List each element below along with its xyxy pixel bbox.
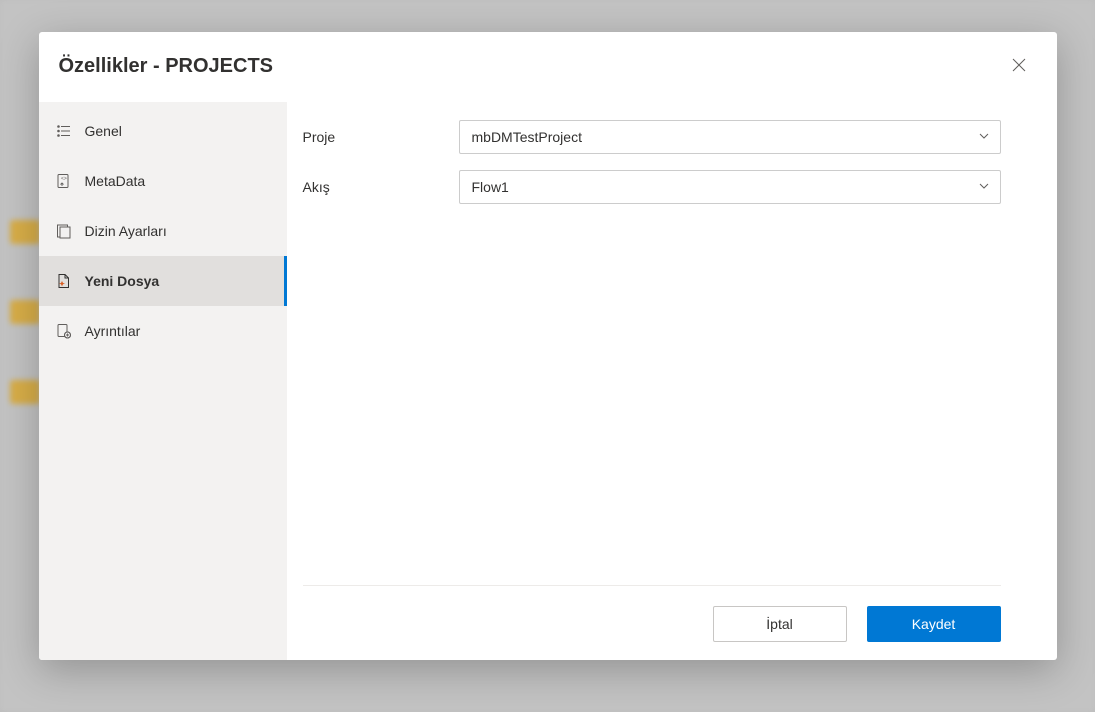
- flow-select[interactable]: Flow1: [459, 170, 1001, 204]
- flow-label: Akış: [303, 179, 459, 195]
- save-button[interactable]: Kaydet: [867, 606, 1001, 642]
- project-label: Proje: [303, 129, 459, 145]
- sidebar-item-label: Genel: [85, 123, 122, 139]
- flow-select-wrap: Flow1: [459, 170, 1001, 204]
- folder-settings-icon: [55, 222, 73, 240]
- modal-body: Genel <> MetaData: [39, 102, 1057, 660]
- project-select-wrap: mbDMTestProject: [459, 120, 1001, 154]
- modal-header: Özellikler - PROJECTS: [39, 32, 1057, 102]
- modal-footer: İptal Kaydet: [303, 585, 1001, 642]
- sidebar-item-metadata[interactable]: <> MetaData: [39, 156, 287, 206]
- form-row-project: Proje mbDMTestProject: [303, 120, 1001, 154]
- content-panel: Proje mbDMTestProject Akış: [287, 102, 1057, 660]
- form-row-flow: Akış Flow1: [303, 170, 1001, 204]
- project-select-value: mbDMTestProject: [472, 129, 582, 145]
- close-icon: [1012, 58, 1026, 75]
- sidebar: Genel <> MetaData: [39, 102, 287, 660]
- form-area: Proje mbDMTestProject Akış: [303, 120, 1001, 573]
- modal-overlay: Özellikler - PROJECTS Gene: [0, 0, 1095, 712]
- sidebar-item-ayrintilar[interactable]: Ayrıntılar: [39, 306, 287, 356]
- sidebar-item-label: MetaData: [85, 173, 146, 189]
- chevron-down-icon: [978, 179, 990, 195]
- flow-select-value: Flow1: [472, 179, 509, 195]
- properties-modal: Özellikler - PROJECTS Gene: [39, 32, 1057, 660]
- chevron-down-icon: [978, 129, 990, 145]
- metadata-icon: <>: [55, 172, 73, 190]
- sidebar-item-label: Yeni Dosya: [85, 273, 160, 289]
- modal-title: Özellikler - PROJECTS: [59, 55, 274, 78]
- sidebar-item-label: Ayrıntılar: [85, 323, 141, 339]
- sidebar-item-dizin-ayarlari[interactable]: Dizin Ayarları: [39, 206, 287, 256]
- project-select[interactable]: mbDMTestProject: [459, 120, 1001, 154]
- list-icon: [55, 122, 73, 140]
- new-file-icon: [55, 272, 73, 290]
- svg-text:<>: <>: [61, 176, 67, 182]
- cancel-button[interactable]: İptal: [713, 606, 847, 642]
- sidebar-item-yeni-dosya[interactable]: Yeni Dosya: [39, 256, 287, 306]
- sidebar-item-genel[interactable]: Genel: [39, 106, 287, 156]
- close-button[interactable]: [1003, 51, 1035, 83]
- details-icon: [55, 322, 73, 340]
- sidebar-item-label: Dizin Ayarları: [85, 223, 167, 239]
